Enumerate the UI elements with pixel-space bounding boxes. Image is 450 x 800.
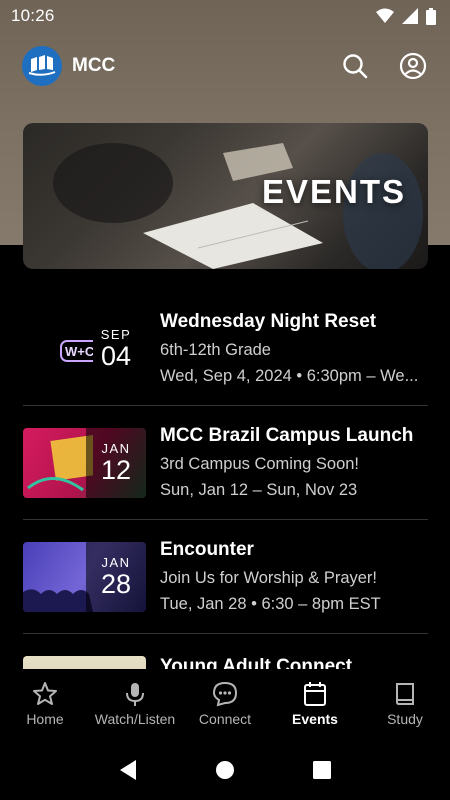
book-icon	[396, 683, 414, 705]
nav-label: Study	[387, 711, 423, 727]
event-list: W+C SEP 04 Wednesday Night Reset 6th-12t…	[23, 292, 428, 669]
bottom-navigation: Home Watch/Listen Connect Events Study	[0, 669, 450, 739]
event-row-encounter[interactable]: JAN 28 Encounter Join Us for Worship & P…	[23, 520, 428, 634]
calendar-icon	[304, 682, 326, 706]
event-subtitle: 3rd Campus Coming Soon!	[160, 455, 360, 473]
event-datetime: Wed, Sep 4, 2024 • 6:30pm – We...	[160, 367, 419, 385]
nav-connect[interactable]: Connect	[180, 669, 270, 739]
app-bar: MCC	[0, 40, 450, 92]
nav-label: Home	[26, 711, 64, 727]
hero-title: EVENTS	[261, 173, 406, 210]
date-month: SEP	[100, 327, 132, 342]
status-time: 10:26	[11, 6, 55, 25]
nav-label: Events	[292, 711, 338, 727]
star-icon	[33, 682, 57, 705]
event-logo-art: W+C	[60, 339, 93, 362]
nav-watch-listen[interactable]: Watch/Listen	[90, 669, 180, 739]
event-thumbnail: W+C SEP 04	[23, 313, 146, 384]
date-badge: JAN 12	[86, 427, 146, 498]
date-day: 12	[100, 455, 132, 485]
event-datetime: Sun, Jan 12 – Sun, Nov 23	[160, 481, 358, 499]
status-bar: 10:26	[0, 0, 450, 32]
event-title: Encounter	[160, 539, 254, 560]
battery-icon	[426, 7, 436, 25]
nav-home[interactable]: Home	[0, 669, 90, 739]
app-title: MCC	[72, 55, 116, 76]
account-button[interactable]	[398, 51, 428, 81]
recents-square-icon[interactable]	[312, 760, 332, 780]
date-badge: SEP 04	[86, 314, 146, 384]
date-day: 04	[100, 341, 132, 371]
system-navigation-bar	[0, 739, 450, 800]
event-title: MCC Brazil Campus Launch	[160, 425, 414, 446]
event-title: Young Adult Connect	[160, 656, 353, 669]
search-button[interactable]	[340, 51, 370, 81]
back-icon[interactable]	[118, 759, 138, 781]
event-subtitle: 6th-12th Grade	[160, 341, 271, 359]
campus-alert-art	[27, 433, 93, 491]
event-thumbnail: JAN 12	[23, 427, 146, 498]
chat-bubble-icon	[212, 681, 238, 707]
nav-study[interactable]: Study	[360, 669, 450, 739]
date-day: 28	[100, 569, 132, 599]
event-row-brazil-campus-launch[interactable]: JAN 12 MCC Brazil Campus Launch 3rd Camp…	[23, 406, 428, 520]
nav-label: Watch/Listen	[94, 711, 176, 727]
nav-events[interactable]: Events	[270, 669, 360, 739]
nav-label: Connect	[198, 711, 252, 727]
account-circle-icon	[399, 52, 427, 80]
date-month: JAN	[101, 441, 131, 456]
status-icons	[376, 7, 436, 25]
event-row-young-adult-connect[interactable]: Young Adult Connect	[23, 634, 428, 669]
event-row-wednesday-night-reset[interactable]: W+C SEP 04 Wednesday Night Reset 6th-12t…	[23, 292, 428, 406]
date-badge: JAN 28	[86, 541, 146, 612]
mcc-logo[interactable]	[22, 46, 62, 86]
home-circle-icon[interactable]	[215, 760, 235, 780]
sailboat-logo-icon	[28, 55, 56, 76]
wifi-icon	[376, 8, 394, 23]
worship-crowd-art	[23, 588, 93, 612]
event-thumbnail: JAN 28	[23, 541, 146, 612]
event-subtitle: Join Us for Worship & Prayer!	[160, 569, 378, 587]
event-thumbnail	[23, 656, 146, 669]
event-title: Wednesday Night Reset	[160, 311, 377, 332]
date-month: JAN	[101, 555, 131, 570]
cell-signal-icon	[402, 8, 418, 24]
search-icon	[343, 54, 368, 79]
microphone-icon	[126, 683, 144, 706]
events-hero-banner: EVENTS	[23, 123, 428, 269]
event-datetime: Tue, Jan 28 • 6:30 – 8pm EST	[160, 595, 381, 613]
